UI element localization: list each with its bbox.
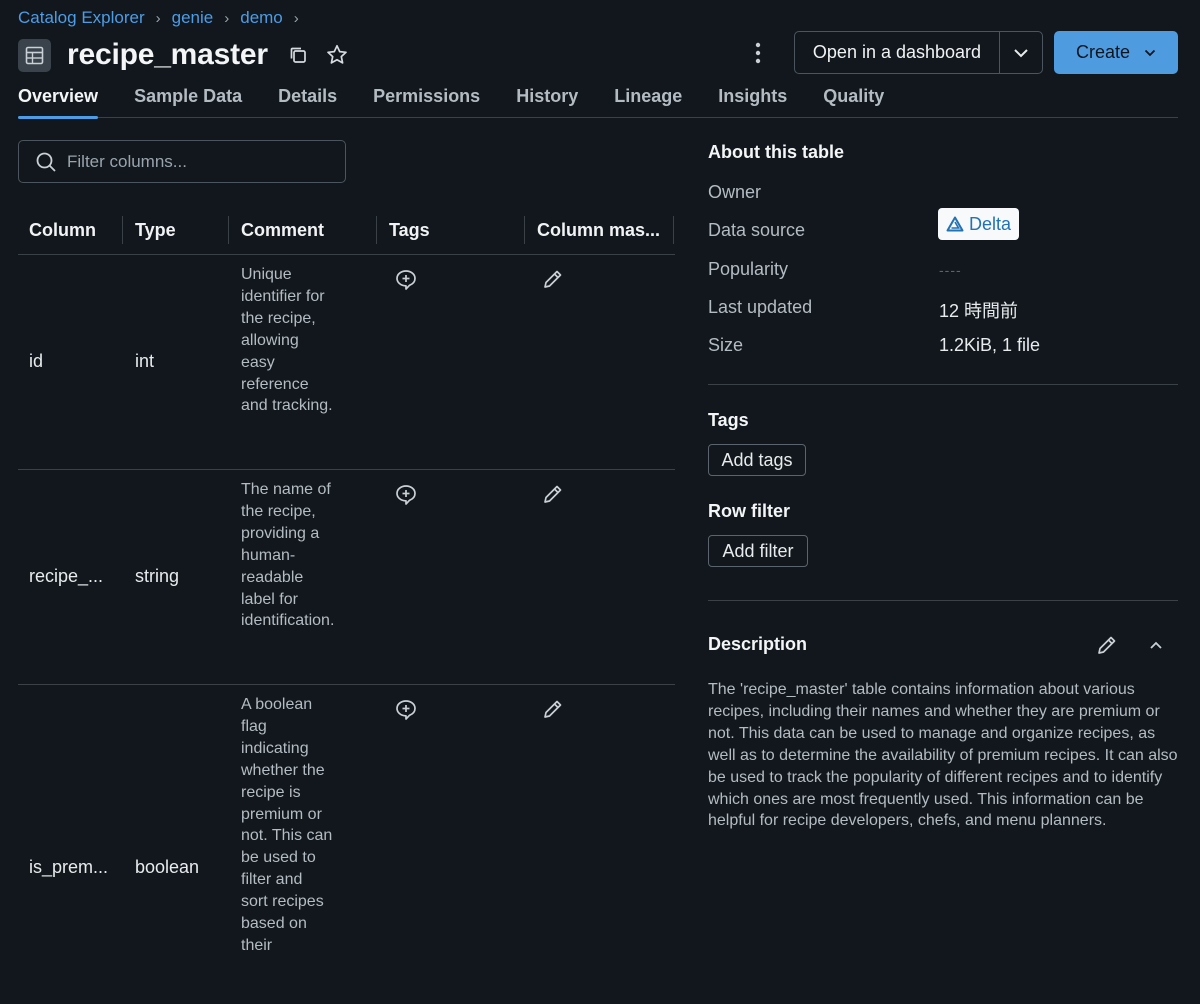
last-updated-value: 12 時間前 <box>939 301 1019 321</box>
chevron-up-icon[interactable] <box>1146 636 1166 654</box>
column-comment[interactable]: The name of the recipe, providing a huma… <box>241 479 334 632</box>
header-tags[interactable]: Tags <box>378 220 430 241</box>
header-column-mask[interactable]: Column mas... <box>526 220 660 241</box>
column-name: is_prem... <box>29 857 109 877</box>
header-comment[interactable]: Comment <box>230 220 324 241</box>
chevron-right-icon: › <box>293 9 299 27</box>
popularity-label: Popularity <box>708 259 789 279</box>
tab-history[interactable]: History <box>516 84 578 118</box>
last-updated-label: Last updated <box>708 297 813 317</box>
divider <box>708 600 1178 601</box>
search-icon <box>36 152 56 172</box>
filter-columns-field <box>18 140 346 183</box>
delta-label: Delta <box>969 213 1012 234</box>
title-row: recipe_master <box>18 36 350 74</box>
page-title: recipe_master <box>67 38 268 71</box>
column-divider[interactable] <box>122 216 123 244</box>
tab-permissions[interactable]: Permissions <box>373 84 480 118</box>
star-icon[interactable] <box>324 42 350 68</box>
add-tag-icon[interactable] <box>394 483 418 507</box>
create-button-label: Create <box>1075 42 1131 62</box>
chevron-right-icon: › <box>224 9 230 27</box>
about-heading: About this table <box>708 142 844 162</box>
add-tags-button[interactable]: Add tags <box>708 444 806 476</box>
divider <box>708 384 1178 385</box>
chevron-down-icon[interactable] <box>1000 32 1042 73</box>
column-name: id <box>29 351 44 371</box>
column-type: int <box>135 351 155 371</box>
chevron-down-icon <box>1144 49 1156 56</box>
edit-pencil-icon[interactable] <box>1096 634 1118 656</box>
header-column[interactable]: Column <box>18 220 96 241</box>
edit-pencil-icon[interactable] <box>542 483 564 505</box>
column-name: recipe_... <box>29 566 104 586</box>
create-button[interactable]: Create <box>1054 31 1178 74</box>
columns-table: Column Type Comment Tags Column mas... i… <box>18 206 675 1004</box>
size-value: 1.2KiB, 1 file <box>939 335 1041 355</box>
breadcrumb: Catalog Explorer › genie › demo › <box>18 6 310 30</box>
popularity-value: ---- <box>939 262 962 278</box>
open-in-dashboard-split-button: Open in a dashboard <box>794 31 1043 74</box>
tab-overview[interactable]: Overview <box>18 84 99 119</box>
table-header: Column Type Comment Tags Column mas... <box>18 206 675 255</box>
edit-pencil-icon[interactable] <box>542 268 564 290</box>
delta-badge: Delta <box>938 208 1020 240</box>
tab-insights[interactable]: Insights <box>718 84 787 118</box>
more-options-icon[interactable] <box>746 40 770 66</box>
tab-details[interactable]: Details <box>278 84 337 118</box>
chevron-right-icon: › <box>155 9 161 27</box>
tags-heading: Tags <box>708 410 749 430</box>
column-divider[interactable] <box>673 216 674 244</box>
table-icon <box>18 38 51 72</box>
breadcrumb-demo[interactable]: demo <box>240 8 283 28</box>
edit-pencil-icon[interactable] <box>542 698 564 720</box>
data-source-label: Data source <box>708 220 806 240</box>
open-in-dashboard-button[interactable]: Open in a dashboard <box>795 32 1000 73</box>
column-type: string <box>135 566 180 586</box>
copy-icon[interactable] <box>286 43 310 67</box>
add-tag-icon[interactable] <box>394 698 418 722</box>
about-panel: About this table Owner Data source Delta… <box>708 142 1178 355</box>
table-row: is_prem... boolean A boolean flag indica… <box>18 685 675 1004</box>
column-divider[interactable] <box>228 216 229 244</box>
description-heading: Description <box>708 634 808 654</box>
tab-sample-data[interactable]: Sample Data <box>134 84 242 118</box>
add-filter-button[interactable]: Add filter <box>708 535 808 567</box>
description-text: The 'recipe_master' table contains infor… <box>708 681 1178 830</box>
column-comment[interactable]: Unique identifier for the recipe, allowi… <box>241 264 333 417</box>
column-type: boolean <box>135 857 200 877</box>
column-divider[interactable] <box>524 216 525 244</box>
tab-quality[interactable]: Quality <box>823 84 884 118</box>
size-label: Size <box>708 335 744 355</box>
table-row: id int Unique identifier for the recipe,… <box>18 255 675 470</box>
row-filter-heading: Row filter <box>708 501 791 521</box>
column-divider[interactable] <box>376 216 377 244</box>
owner-label: Owner <box>708 182 762 202</box>
column-comment[interactable]: A boolean flag indicating whether the re… <box>241 694 333 957</box>
tab-bar: Overview Sample Data Details Permissions… <box>18 84 1178 119</box>
table-row: recipe_... string The name of the recipe… <box>18 470 675 685</box>
add-tag-icon[interactable] <box>394 268 418 292</box>
delta-icon <box>946 216 964 232</box>
breadcrumb-genie[interactable]: genie <box>172 8 214 28</box>
header-type[interactable]: Type <box>124 220 176 241</box>
tab-lineage[interactable]: Lineage <box>614 84 682 118</box>
filter-columns-input[interactable] <box>67 151 327 172</box>
breadcrumb-catalog-explorer[interactable]: Catalog Explorer <box>18 8 145 28</box>
